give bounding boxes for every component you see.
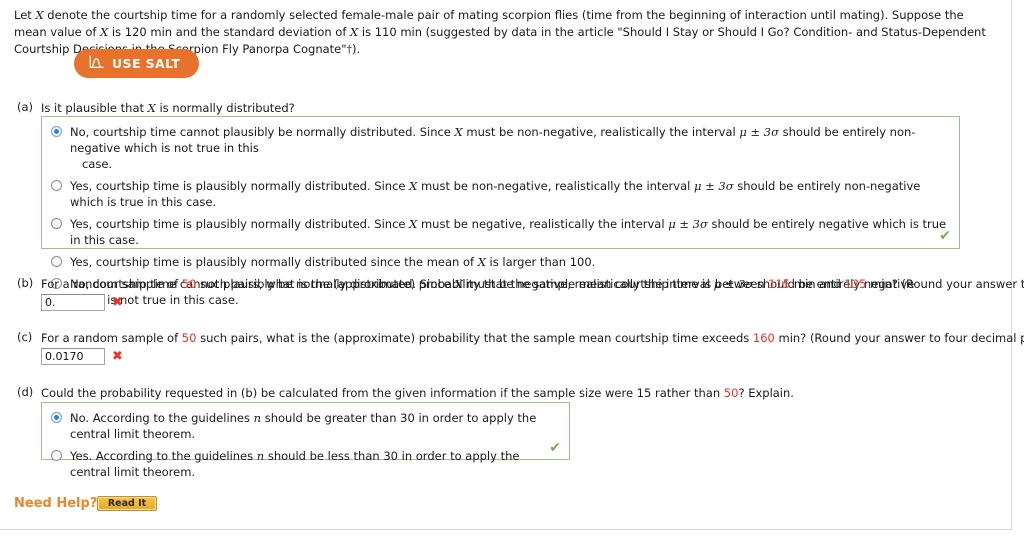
part-d-text2: ? Explain. bbox=[738, 386, 794, 400]
option-d-2-text1: Yes. According to the guidelines bbox=[70, 449, 257, 463]
radio-d-2[interactable] bbox=[51, 450, 62, 461]
option-a-1-text1: No, courtship time cannot plausibly be n… bbox=[70, 125, 455, 139]
option-row[interactable]: Yes, courtship time is plausibly normall… bbox=[42, 248, 959, 270]
part-b-upper-bound: 135 bbox=[844, 277, 867, 291]
variable-x-3: X bbox=[350, 25, 359, 39]
radio-a-3[interactable] bbox=[51, 218, 62, 229]
part-a-question-post: is normally distributed? bbox=[155, 101, 295, 115]
part-c-answer-input[interactable] bbox=[41, 348, 105, 365]
part-b-incorrect-x-icon: ✖ bbox=[112, 295, 123, 310]
part-c-threshold: 160 bbox=[752, 331, 775, 345]
option-d-1-label: No. According to the guidelines n should… bbox=[70, 410, 559, 442]
option-a-3-label: Yes, courtship time is plausibly normall… bbox=[70, 216, 949, 248]
option-a-4-var: X bbox=[477, 255, 486, 269]
option-a-2-label: Yes, courtship time is plausibly normall… bbox=[70, 178, 949, 210]
option-a-1-text2: must be non-negative, realistically the … bbox=[462, 125, 740, 139]
use-salt-button[interactable]: USE SALT bbox=[74, 49, 200, 78]
option-row[interactable]: Yes. According to the guidelines n shoul… bbox=[42, 442, 569, 480]
distribution-curve-icon bbox=[89, 55, 104, 72]
option-a-4-label: Yes, courtship time is plausibly normall… bbox=[70, 254, 595, 270]
part-a-question: Is it plausible that X is normally distr… bbox=[41, 100, 295, 116]
part-c-question: For a random sample of 50 such pairs, wh… bbox=[41, 330, 1024, 346]
part-a-variable: X bbox=[147, 101, 156, 115]
part-b-text4: min? (Round your answer to four decimal … bbox=[870, 277, 1024, 291]
problem-text-1: Let bbox=[14, 8, 36, 22]
part-c-text1: For a random sample of bbox=[41, 331, 182, 345]
part-b-lower-bound: 115 bbox=[768, 277, 791, 291]
option-a-2-interval: μ ± 3σ bbox=[693, 179, 734, 193]
variable-x-1: X bbox=[35, 8, 44, 22]
part-a-options-box: No, courtship time cannot plausibly be n… bbox=[41, 116, 960, 307]
part-b-answer-input[interactable] bbox=[41, 294, 105, 311]
option-a-4-text2: is larger than 100. bbox=[485, 255, 596, 269]
exercise-page: Let X denote the courtship time for a ra… bbox=[0, 0, 1024, 558]
option-a-1-interval: μ ± 3σ bbox=[739, 125, 779, 139]
problem-text-6: ). bbox=[352, 42, 361, 56]
option-d-1-text1: No. According to the guidelines bbox=[70, 411, 254, 425]
part-a-label: (a) bbox=[17, 100, 34, 114]
option-row[interactable]: No. According to the guidelines n should… bbox=[42, 403, 569, 442]
part-c-label: (c) bbox=[17, 330, 33, 344]
part-d-question: Could the probability requested in (b) b… bbox=[41, 385, 794, 401]
radio-a-4[interactable] bbox=[51, 256, 62, 267]
problem-text-3: is 120 min and the bbox=[108, 25, 220, 39]
part-c-text2: such pairs, what is the (approximate) pr… bbox=[196, 331, 753, 345]
option-a-4-text1: Yes, courtship time is plausibly normall… bbox=[70, 255, 478, 269]
part-c-text3: min? (Round your answer to four decimal … bbox=[778, 331, 1024, 345]
option-a-3-text1: Yes, courtship time is plausibly normall… bbox=[70, 217, 410, 231]
option-a-2-text2: must be non-negative, realistically the … bbox=[417, 179, 694, 193]
option-d-2-label: Yes. According to the guidelines n shoul… bbox=[70, 448, 559, 480]
part-b-text3: min and bbox=[790, 277, 845, 291]
part-d-correct-check-icon: ✔ bbox=[549, 440, 561, 456]
part-b-text1: For a random sample of bbox=[41, 277, 182, 291]
part-c-incorrect-x-icon: ✖ bbox=[112, 349, 123, 364]
radio-d-1[interactable] bbox=[51, 412, 62, 423]
use-salt-label: USE SALT bbox=[112, 56, 181, 71]
part-a-question-pre: Is it plausible that bbox=[41, 101, 148, 115]
option-row[interactable]: Yes, courtship time is plausibly normall… bbox=[42, 210, 959, 248]
option-row[interactable]: No, courtship time cannot plausibly be n… bbox=[42, 117, 959, 172]
option-row[interactable]: Yes, courtship time is plausibly normall… bbox=[42, 172, 959, 210]
part-d-label: (d) bbox=[17, 385, 34, 399]
part-d-options-box: No. According to the guidelines n should… bbox=[41, 402, 570, 479]
option-a-3-text2: must be negative, realistically the inte… bbox=[417, 217, 669, 231]
read-it-button[interactable]: Read It bbox=[97, 496, 157, 511]
option-a-1-var: X bbox=[454, 125, 463, 139]
option-a-2-text1: Yes, courtship time is plausibly normall… bbox=[70, 179, 410, 193]
part-d-sample-size: 50 bbox=[723, 386, 739, 400]
part-d-text1: Could the probability requested in (b) b… bbox=[41, 386, 724, 400]
part-b-question: For a random sample of 50 such pairs, wh… bbox=[41, 276, 1024, 292]
option-a-3-interval: μ ± 3σ bbox=[668, 217, 708, 231]
part-a-correct-check-icon: ✔ bbox=[939, 228, 951, 244]
need-help-label: Need Help? bbox=[14, 496, 98, 511]
content-frame: Let X denote the courtship time for a ra… bbox=[0, 0, 1024, 530]
part-b-sample-size: 50 bbox=[181, 277, 197, 291]
part-b-text2: such pairs, what is the (approximate) pr… bbox=[196, 277, 769, 291]
part-c-sample-size: 50 bbox=[181, 331, 197, 345]
option-a-1-label: No, courtship time cannot plausibly be n… bbox=[70, 124, 949, 172]
radio-a-2[interactable] bbox=[51, 180, 62, 191]
part-b-label: (b) bbox=[17, 276, 34, 290]
problem-text-4: standard deviation of bbox=[223, 25, 351, 39]
option-d-1-var: n bbox=[253, 411, 262, 425]
radio-a-1[interactable] bbox=[51, 126, 62, 137]
option-a-1-wrap: case. bbox=[82, 157, 113, 171]
